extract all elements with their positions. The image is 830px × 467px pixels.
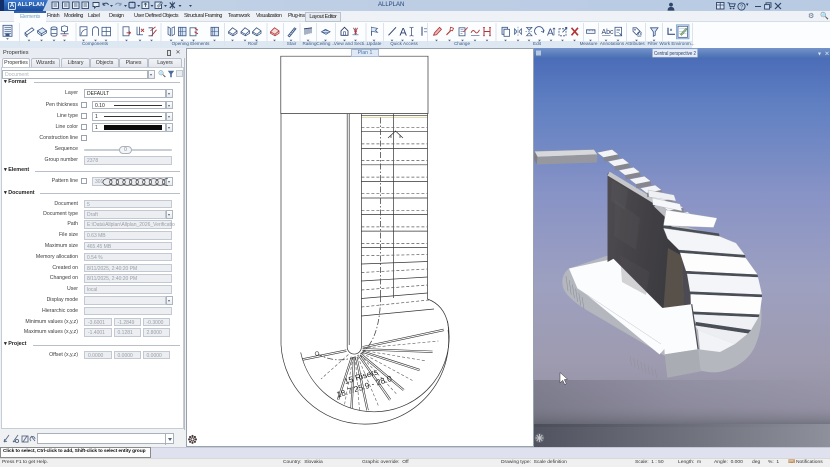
- svg-text:▾: ▾: [818, 52, 821, 58]
- svg-text:✕: ✕: [825, 52, 830, 58]
- svg-text:A: A: [400, 26, 408, 38]
- svg-text:Central perspective 2: Central perspective 2: [654, 51, 696, 57]
- svg-text:Abc: Abc: [602, 29, 615, 36]
- svg-text:?: ?: [740, 4, 743, 10]
- svg-text:@: @: [637, 32, 643, 38]
